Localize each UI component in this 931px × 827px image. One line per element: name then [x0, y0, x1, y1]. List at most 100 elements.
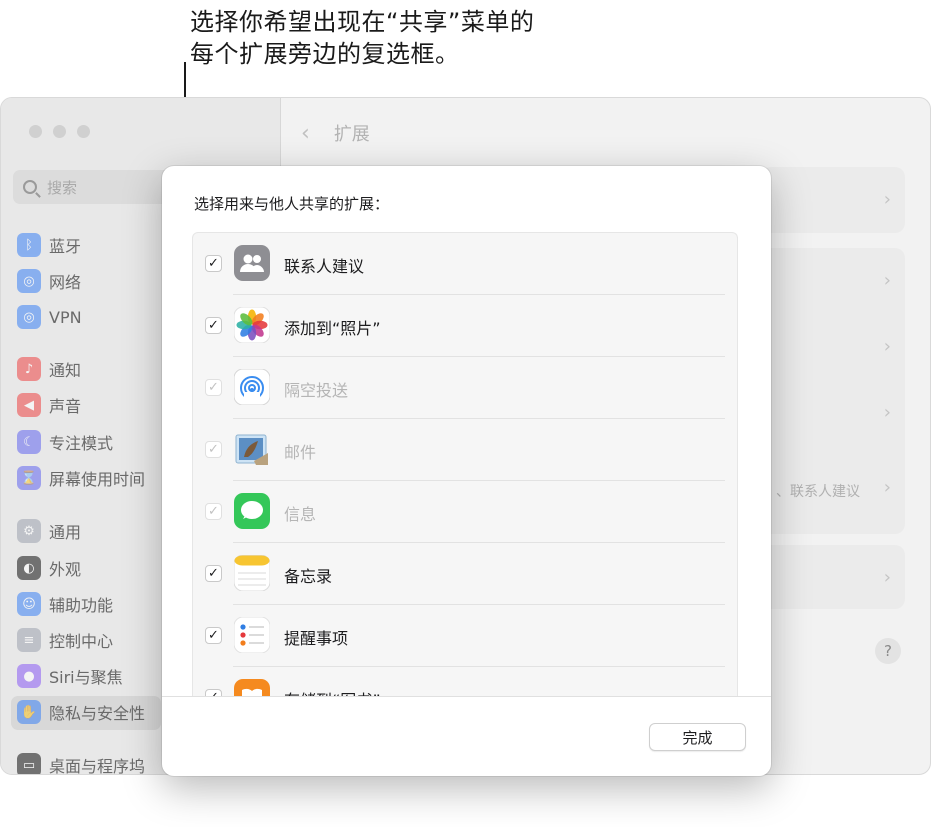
sidebar-item[interactable]: ᛒ 蓝牙 [17, 230, 81, 260]
extension-label: 提醒事项 [284, 629, 349, 648]
chevron-right-icon[interactable]: › [884, 567, 891, 588]
appearance-icon: ◐ [17, 556, 41, 580]
sidebar-item[interactable]: ⚙ 通用 [17, 516, 81, 546]
sidebar-item[interactable]: ✋ 隐私与安全性 [17, 697, 145, 727]
sidebar-item-label: Siri与聚焦 [49, 668, 123, 687]
page-title: 扩展 [333, 124, 370, 145]
minimize-window-button[interactable] [53, 125, 66, 138]
close-window-button[interactable] [29, 125, 42, 138]
photos-icon [234, 307, 270, 343]
extension-label: 添加到“照片” [284, 319, 381, 338]
bluetooth-icon: ᛒ [17, 233, 41, 257]
extension-label: 备忘录 [284, 567, 333, 586]
hourglass-icon: ⌛ [17, 466, 41, 490]
dialog-divider [162, 696, 771, 697]
siri-icon: ● [17, 664, 41, 688]
settings-group: › [761, 545, 905, 609]
messages-icon [234, 493, 270, 529]
extension-checkbox: ✓ [205, 503, 222, 520]
mail-icon [234, 431, 270, 467]
sidebar-item-label: 辅助功能 [49, 596, 114, 615]
chevron-right-icon[interactable]: › [884, 336, 891, 357]
share-extensions-dialog: 选择用来与他人共享的扩展： ✓ 联系人建议 ✓ 添加到“照片” ✓ 隔空投送 ✓ 邮件 ✓ 信息 ✓… [162, 166, 771, 776]
sidebar-item[interactable]: ◎ 网络 [17, 266, 81, 296]
gear-icon: ⚙ [17, 519, 41, 543]
sidebar-item-label: 网络 [49, 273, 82, 292]
help-button[interactable]: ? [875, 638, 901, 664]
extension-checkbox[interactable]: ✓ [205, 255, 222, 272]
sidebar-item[interactable]: ⌛ 屏幕使用时间 [17, 463, 145, 493]
extension-label: 联系人建议 [284, 257, 365, 276]
hand-icon: ✋ [17, 700, 41, 724]
sidebar-item[interactable]: ☾ 专注模式 [17, 427, 113, 457]
speaker-icon: ◀ [17, 393, 41, 417]
sidebar-item-label: 声音 [49, 397, 82, 416]
extension-checkbox: ✓ [205, 441, 222, 458]
extension-checkbox[interactable]: ✓ [205, 565, 222, 582]
sidebar-item-label: 外观 [49, 560, 82, 579]
extension-row: ✓ 隔空投送 [193, 357, 737, 419]
extension-row: ✓ 添加到“照片” [193, 295, 737, 357]
sidebar-item[interactable]: ♪ 通知 [17, 354, 81, 384]
airdrop-icon [234, 369, 270, 405]
sidebar-item[interactable]: ◀ 声音 [17, 390, 81, 420]
content-header: ‹ 扩展 [301, 120, 370, 146]
sidebar-item-label: 屏幕使用时间 [49, 470, 146, 489]
zoom-window-button[interactable] [77, 125, 90, 138]
extension-summary-text: 、联系人建议 [776, 484, 860, 500]
extension-label: 隔空投送 [284, 381, 349, 400]
sidebar-item[interactable]: ≡ 控制中心 [17, 625, 113, 655]
sidebar-item-label: 控制中心 [49, 632, 114, 651]
extension-row: ✓ 提醒事项 [193, 605, 737, 667]
back-chevron-icon[interactable]: ‹ [301, 121, 310, 146]
sidebar-item[interactable]: ● Siri与聚焦 [17, 661, 123, 691]
dock-icon: ▭ [17, 753, 41, 774]
accessibility-icon: ☺ [17, 592, 41, 616]
chevron-right-icon[interactable]: › [884, 477, 891, 498]
extension-checkbox[interactable]: ✓ [205, 689, 222, 696]
search-input[interactable]: 搜索 [13, 170, 173, 204]
extension-row: ✓ 备忘录 [193, 543, 737, 605]
extension-checkbox[interactable]: ✓ [205, 317, 222, 334]
extension-checkbox[interactable]: ✓ [205, 627, 222, 644]
sidebar-item[interactable]: ☺ 辅助功能 [17, 589, 113, 619]
books-icon [234, 679, 270, 696]
callout-line-1: 选择你希望出现在“共享”菜单的 [190, 8, 535, 36]
search-placeholder: 搜索 [47, 178, 78, 197]
toggles-icon: ≡ [17, 628, 41, 652]
extension-row: ✓ 联系人建议 [193, 233, 737, 295]
chevron-right-icon[interactable]: › [884, 270, 891, 291]
bell-icon: ♪ [17, 357, 41, 381]
sidebar-item-label: 隐私与安全性 [49, 704, 146, 723]
globe-icon: ◎ [17, 269, 41, 293]
extension-checkbox: ✓ [205, 379, 222, 396]
done-button[interactable]: 完成 [649, 723, 746, 751]
callout-text: 选择你希望出现在“共享”菜单的 每个扩展旁边的复选框。 [190, 6, 534, 70]
sidebar-item-label: 通知 [49, 361, 82, 380]
sidebar-item[interactable]: ◐ 外观 [17, 553, 81, 583]
sidebar-item[interactable]: ▭ 桌面与程序坞 [17, 750, 146, 775]
globe-vpn-icon: ◎ [17, 305, 41, 329]
dialog-title: 选择用来与他人共享的扩展： [194, 195, 390, 213]
extensions-list[interactable]: ✓ 联系人建议 ✓ 添加到“照片” ✓ 隔空投送 ✓ 邮件 ✓ 信息 ✓ 备忘录 ✓ 提醒事项 ✓ 存储到“图… [192, 232, 738, 696]
extension-row: ✓ 邮件 [193, 419, 737, 481]
reminders-icon [234, 617, 270, 653]
sidebar-item[interactable]: ◎ VPN [17, 302, 82, 332]
extension-label: 邮件 [284, 443, 317, 462]
contacts-suggestions-icon [234, 245, 270, 281]
sidebar-item-label: 通用 [49, 523, 82, 542]
extension-label: 存储到“图书” [284, 687, 381, 696]
settings-group: › [761, 167, 905, 233]
chevron-right-icon[interactable]: › [884, 189, 891, 210]
moon-icon: ☾ [17, 430, 41, 454]
sidebar-item-label: 蓝牙 [49, 237, 82, 256]
search-icon [23, 180, 37, 194]
sidebar-item-label: VPN [49, 307, 82, 327]
notes-icon [234, 555, 270, 591]
sidebar-item-label: 专注模式 [49, 434, 114, 453]
chevron-right-icon[interactable]: › [884, 402, 891, 423]
extension-row: ✓ 信息 [193, 481, 737, 543]
extension-row: ✓ 存储到“图书” [193, 667, 737, 696]
sidebar-item-label: 桌面与程序坞 [49, 757, 146, 775]
extension-label: 信息 [284, 505, 317, 524]
